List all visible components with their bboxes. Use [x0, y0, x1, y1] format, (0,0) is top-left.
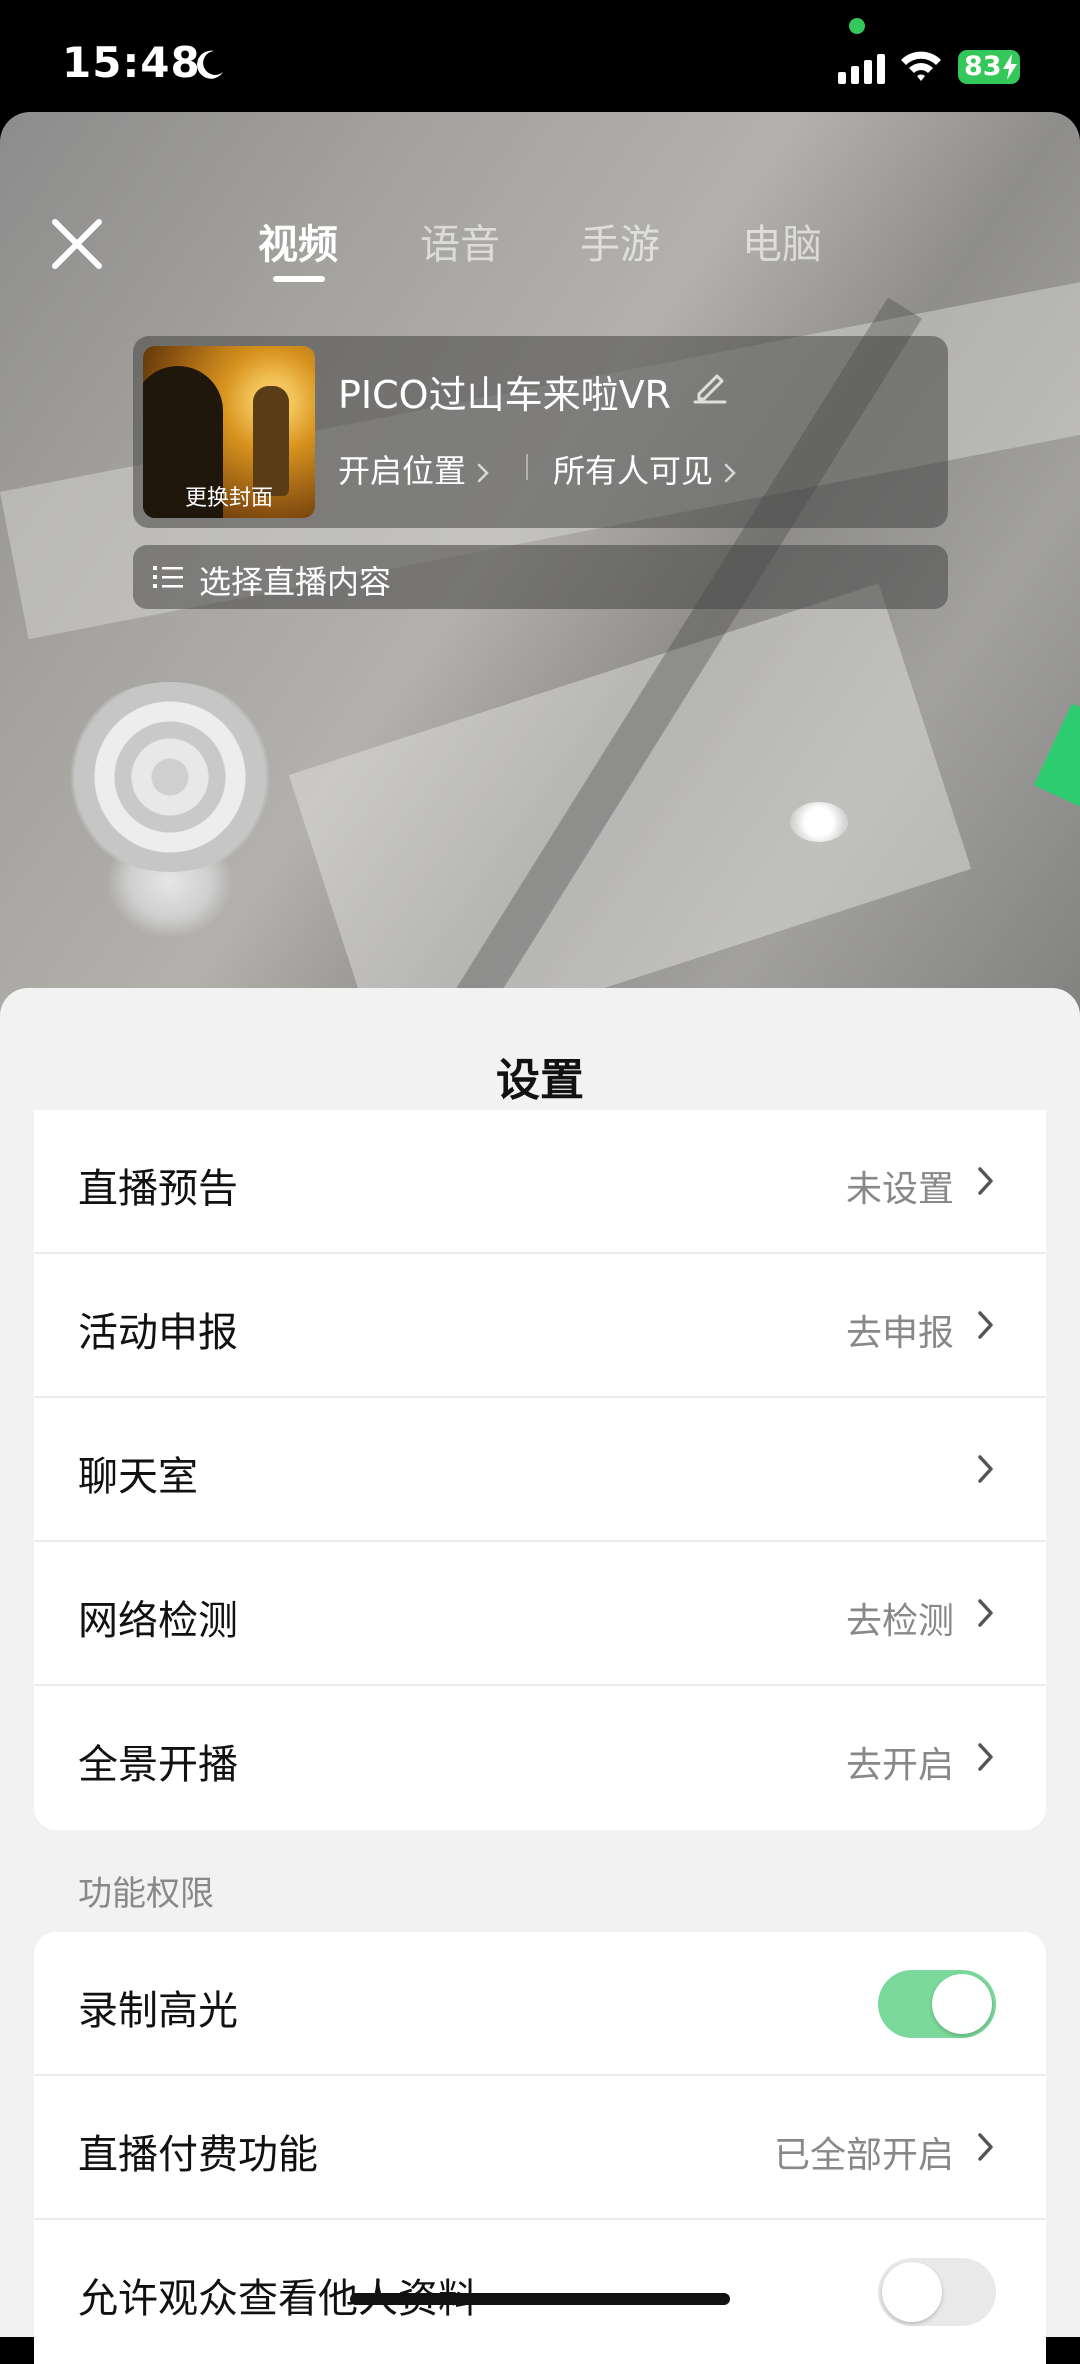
row-value: 去开启	[845, 1745, 954, 1786]
tab-computer[interactable]: 电脑	[742, 212, 822, 270]
live-info-card: 更换封面 PICO过山车来啦VR 开启位置 所有人可见	[133, 336, 948, 528]
cover-image[interactable]: 更换封面	[143, 346, 315, 518]
permissions-header: 功能权限	[78, 1874, 214, 1914]
status-bar: 15:48 83	[0, 0, 1080, 112]
row-record-highlights: 录制高光	[34, 1932, 1046, 2076]
select-content-button[interactable]: 选择直播内容	[133, 545, 948, 609]
wifi-icon	[901, 51, 941, 81]
chevron-right-icon	[978, 2133, 993, 2161]
chevron-right-icon	[978, 1311, 993, 1339]
tab-video[interactable]: 视频	[258, 212, 338, 270]
row-chat-room[interactable]: 聊天室	[34, 1398, 1046, 1542]
privacy-indicator-dot	[849, 18, 865, 34]
status-time: 15:48	[62, 38, 201, 87]
row-label: 直播付费功能	[78, 2132, 318, 2178]
change-cover-label: 更换封面	[184, 486, 273, 511]
chevron-right-icon	[978, 1167, 993, 1195]
battery-level: 83	[964, 51, 1002, 82]
battery-indicator: 83	[958, 50, 1020, 84]
home-indicator	[350, 2293, 730, 2305]
row-label: 聊天室	[78, 1454, 198, 1500]
row-value: 去申报	[845, 1313, 954, 1354]
tab-mobile-game[interactable]: 手游	[580, 212, 660, 270]
camera-preview: 视频 语音 手游 电脑 更换封面 PICO过山车来啦VR 开启位置 所有人可见 …	[0, 112, 1080, 1112]
moon-icon	[197, 50, 223, 79]
row-paid-features[interactable]: 直播付费功能 已全部开启	[34, 2076, 1046, 2220]
chevron-right-icon	[978, 1599, 993, 1627]
live-type-tabs: 视频 语音 手游 电脑	[0, 212, 1080, 292]
chevron-right-icon	[978, 1455, 993, 1483]
live-title[interactable]: PICO过山车来啦VR	[338, 364, 671, 419]
row-label: 直播预告	[78, 1166, 238, 1212]
edit-icon[interactable]	[691, 366, 729, 404]
cellular-signal-icon	[838, 54, 885, 84]
row-label: 网络检测	[78, 1598, 238, 1644]
toggle-knob	[932, 1974, 992, 2034]
chevron-right-icon	[724, 463, 736, 483]
row-label: 全景开播	[78, 1742, 238, 1788]
row-value: 未设置	[845, 1169, 954, 1210]
tab-voice[interactable]: 语音	[420, 212, 500, 270]
record-highlights-toggle[interactable]	[878, 1970, 996, 2038]
row-panorama-live[interactable]: 全景开播 去开启	[34, 1686, 1046, 1830]
row-network-check[interactable]: 网络检测 去检测	[34, 1542, 1046, 1686]
row-value: 去检测	[845, 1601, 954, 1642]
row-value: 已全部开启	[773, 2135, 954, 2176]
charging-bolt-icon	[1003, 54, 1017, 80]
active-tab-indicator	[273, 276, 325, 282]
chevron-right-icon	[978, 1743, 993, 1771]
row-label: 活动申报	[78, 1310, 238, 1356]
select-content-label: 选择直播内容	[199, 563, 392, 601]
settings-group: 直播预告 未设置 活动申报 去申报 聊天室 网络检测 去检测 全景开播 去开启	[34, 1110, 1046, 1830]
location-label: 开启位置	[338, 452, 467, 490]
list-icon	[153, 566, 183, 588]
row-live-preview[interactable]: 直播预告 未设置	[34, 1110, 1046, 1254]
row-activity-report[interactable]: 活动申报 去申报	[34, 1254, 1046, 1398]
sheet-title: 设置	[496, 1055, 584, 1106]
toggle-knob	[882, 2262, 942, 2322]
visibility-button[interactable]: 所有人可见	[553, 446, 739, 492]
chevron-right-icon	[477, 463, 489, 483]
divider	[526, 454, 528, 480]
row-label: 录制高光	[78, 1988, 238, 2034]
row-allow-view-profiles: 允许观众查看他人资料	[34, 2220, 1046, 2364]
settings-sheet: 设置 直播预告 未设置 活动申报 去申报 聊天室 网络检测 去检测 全景开播 去…	[0, 988, 1080, 2364]
visibility-label: 所有人可见	[553, 452, 714, 490]
location-button[interactable]: 开启位置	[338, 446, 492, 492]
allow-view-profiles-toggle[interactable]	[878, 2258, 996, 2326]
